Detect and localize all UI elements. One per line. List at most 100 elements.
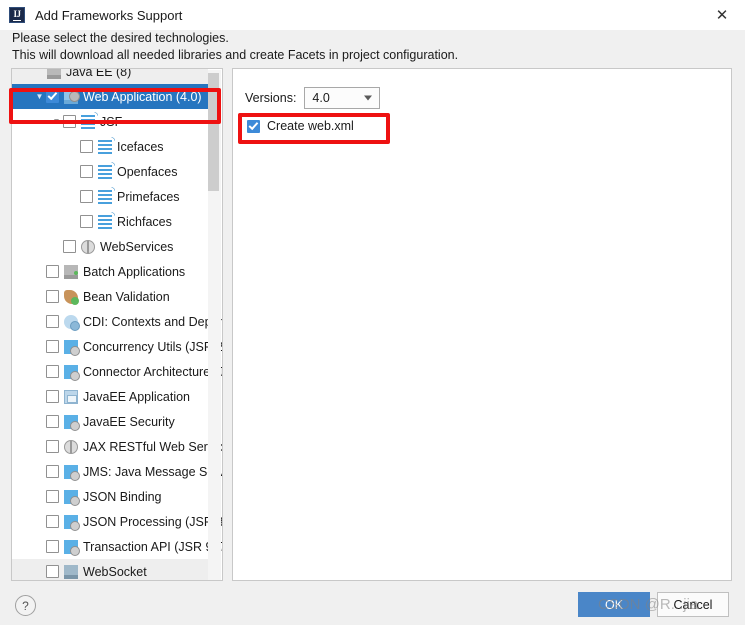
tree-row-checkbox[interactable] <box>63 240 76 253</box>
close-icon[interactable]: ✕ <box>699 0 745 30</box>
tree-row[interactable]: ▼JSON Processing (JSR 353 <box>12 509 222 534</box>
chevron-down-icon[interactable]: ▼ <box>33 84 46 109</box>
tree-row-label: Openfaces <box>117 164 178 179</box>
tree-row-checkbox[interactable] <box>46 515 59 528</box>
versions-label: Versions: <box>245 91 297 105</box>
frameworks-tree: ▼Java EE (8)▼Web Application (4.0)▼JSF▼I… <box>12 68 222 580</box>
tree-row-label: WebServices <box>100 239 174 254</box>
tree-row-checkbox[interactable] <box>46 90 59 103</box>
tree-row-label: Java EE (8) <box>66 68 132 79</box>
ok-button[interactable]: OK <box>578 592 650 617</box>
tree-row-label: Batch Applications <box>83 264 186 279</box>
tree-row-label: JSON Processing (JSR 353 <box>83 514 223 529</box>
tree-row-label: Web Application (4.0) <box>83 89 202 104</box>
tree-row-checkbox[interactable] <box>46 465 59 478</box>
window-title: Add Frameworks Support <box>35 7 183 23</box>
chevron-down-icon <box>364 95 373 101</box>
tree-row[interactable]: ▼Bean Validation <box>12 284 208 309</box>
tree-row-checkbox[interactable] <box>46 440 59 453</box>
versions-select[interactable]: 4.0 <box>304 87 381 109</box>
framework-details-panel: Versions: 4.0 Create web.xml <box>232 68 732 581</box>
tree-row[interactable]: ▼Java EE (8) <box>12 68 208 84</box>
tree-row-checkbox[interactable] <box>46 565 59 578</box>
tree-row-label: Richfaces <box>117 214 172 229</box>
tree-row-label: CDI: Contexts and Depend <box>83 314 223 329</box>
tree-row-checkbox[interactable] <box>46 490 59 503</box>
tree-row[interactable]: ▼CDI: Contexts and Depend <box>12 309 222 334</box>
tree-row[interactable]: ▼WebSocket <box>12 559 208 580</box>
tree-row-label: WebSocket <box>83 564 147 579</box>
jsf-icon <box>98 210 115 229</box>
tree-row-checkbox[interactable] <box>46 415 59 428</box>
tree-row-checkbox[interactable] <box>46 365 59 378</box>
tree-row[interactable]: ▼Concurrency Utils (JSR 236 <box>12 334 222 359</box>
tree-row-checkbox[interactable] <box>80 190 93 203</box>
tree-row-checkbox[interactable] <box>80 165 93 178</box>
tree-row-checkbox[interactable] <box>46 265 59 278</box>
versions-selected-value: 4.0 <box>312 91 330 105</box>
jar-icon <box>64 414 80 431</box>
tree-row-checkbox[interactable] <box>46 540 59 553</box>
tree-row[interactable]: ▼JMS: Java Message Servic <box>12 459 222 484</box>
jar-icon <box>64 514 80 531</box>
cancel-button[interactable]: Cancel <box>657 592 729 617</box>
web-icon <box>64 89 80 104</box>
jar-icon <box>64 539 80 556</box>
add-frameworks-support-dialog: IJ Add Frameworks Support ✕ Please selec… <box>0 0 745 625</box>
tree-row-label: JavaEE Application <box>83 389 191 404</box>
tree-scrollbar-thumb[interactable] <box>208 73 219 191</box>
tree-row[interactable]: ▼Transaction API (JSR 907) <box>12 534 222 559</box>
tree-row-label: JAX RESTful Web Services <box>83 439 223 454</box>
tree-scrollbar-track[interactable] <box>208 70 221 580</box>
ws-icon <box>64 564 78 579</box>
tree-row-label: Bean Validation <box>83 289 170 304</box>
tree-row-checkbox[interactable] <box>80 215 93 228</box>
versions-row: Versions: 4.0 <box>245 87 381 109</box>
jsf-icon <box>98 135 115 154</box>
jar-icon <box>64 339 80 356</box>
ear-icon <box>64 389 78 404</box>
jsf-icon <box>81 110 98 129</box>
cdi-icon <box>64 314 80 331</box>
create-webxml-checkbox[interactable] <box>247 119 260 133</box>
instruction-line-1: Please select the desired technologies. <box>12 31 229 45</box>
batch-icon <box>64 264 78 279</box>
jar-icon <box>64 464 80 481</box>
frameworks-tree-panel[interactable]: ▼Java EE (8)▼Web Application (4.0)▼JSF▼I… <box>11 68 223 581</box>
tree-row-checkbox[interactable] <box>46 290 59 303</box>
tree-row[interactable]: ▼JavaEE Application <box>12 384 208 409</box>
tree-row[interactable]: ▼JAX RESTful Web Services <box>12 434 222 459</box>
tree-row[interactable]: ▼WebServices <box>12 234 208 259</box>
tree-row-label: JSF <box>100 114 123 129</box>
tree-row[interactable]: ▼Icefaces <box>12 134 208 159</box>
intellij-idea-icon: IJ <box>9 7 25 23</box>
help-button[interactable]: ? <box>15 595 36 616</box>
tree-row[interactable]: ▼JSON Binding <box>12 484 208 509</box>
tree-row-label: Connector Architecture (JS <box>83 364 223 379</box>
tree-row-label: JavaEE Security <box>83 414 175 429</box>
tree-row-label: JMS: Java Message Servic <box>83 464 223 479</box>
tree-row[interactable]: ▼Primefaces <box>12 184 208 209</box>
tree-row[interactable]: ▼Richfaces <box>12 209 208 234</box>
jsf-icon <box>98 185 115 204</box>
ee-icon <box>47 69 61 79</box>
tree-row-checkbox[interactable] <box>46 315 59 328</box>
tree-row[interactable]: ▼Connector Architecture (JS <box>12 359 222 384</box>
tree-row[interactable]: ▼ Web Application (4.0) <box>12 84 208 109</box>
tree-row-label: Primefaces <box>117 189 180 204</box>
jar-icon <box>64 489 80 506</box>
tree-row-checkbox[interactable] <box>80 140 93 153</box>
tree-row[interactable]: ▼JavaEE Security <box>12 409 208 434</box>
tree-row-label: Transaction API (JSR 907) <box>83 539 223 554</box>
tree-row[interactable]: ▼Batch Applications <box>12 259 208 284</box>
globe-icon <box>64 439 78 454</box>
tree-row-checkbox[interactable] <box>46 340 59 353</box>
instruction-line-2: This will download all needed libraries … <box>12 48 459 62</box>
tree-row[interactable]: ▼Openfaces <box>12 159 208 184</box>
tree-row-checkbox[interactable] <box>63 115 76 128</box>
tree-row[interactable]: ▼ JSF <box>12 109 208 134</box>
chevron-down-icon[interactable]: ▼ <box>50 109 63 134</box>
globe-icon <box>81 239 95 254</box>
create-webxml-row[interactable]: Create web.xml <box>247 119 354 133</box>
tree-row-checkbox[interactable] <box>46 390 59 403</box>
